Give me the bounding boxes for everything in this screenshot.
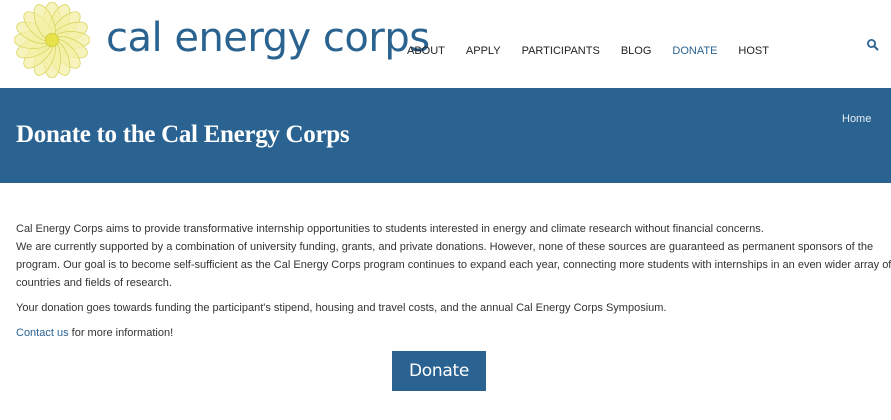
intro-line: We are currently supported by a combinat… <box>16 241 874 253</box>
intro-line: Cal Energy Corps aims to provide transfo… <box>16 223 764 235</box>
contact-us-link[interactable]: Contact us <box>16 327 69 339</box>
page-title-banner: Donate to the Cal Energy Corps Home <box>0 88 891 183</box>
nav-item-blog[interactable]: BLOG <box>621 44 652 58</box>
donate-button[interactable]: Donate <box>392 351 486 391</box>
site-header: cal energy corps ABOUT APPLY PARTICIPANT… <box>0 0 891 88</box>
site-logo-text[interactable]: cal energy corps <box>106 12 430 64</box>
contact-paragraph: Contact us for more information! <box>16 324 878 342</box>
donation-use-paragraph: Your donation goes towards funding the p… <box>16 302 667 314</box>
search-icon[interactable] <box>866 38 880 52</box>
sunflower-mandala-icon[interactable] <box>14 2 90 78</box>
nav-item-participants[interactable]: PARTICIPANTS <box>522 44 600 58</box>
nav-item-about[interactable]: ABOUT <box>407 44 445 58</box>
nav-item-apply[interactable]: APPLY <box>466 44 501 58</box>
intro-line: program. Our goal is to become self-suff… <box>16 259 891 271</box>
intro-line: countries and fields of research. <box>16 277 172 289</box>
nav-item-donate[interactable]: DONATE <box>672 44 717 58</box>
intro-paragraph: Cal Energy Corps aims to provide transfo… <box>16 220 891 292</box>
contact-text: for more information! <box>68 327 174 339</box>
nav-item-host[interactable]: HOST <box>738 44 769 58</box>
page-title: Donate to the Cal Energy Corps <box>16 121 350 148</box>
main-content: Cal Energy Corps aims to provide transfo… <box>16 220 891 349</box>
breadcrumb-home[interactable]: Home <box>842 112 871 126</box>
main-nav: ABOUT APPLY PARTICIPANTS BLOG DONATE HOS… <box>407 44 790 58</box>
